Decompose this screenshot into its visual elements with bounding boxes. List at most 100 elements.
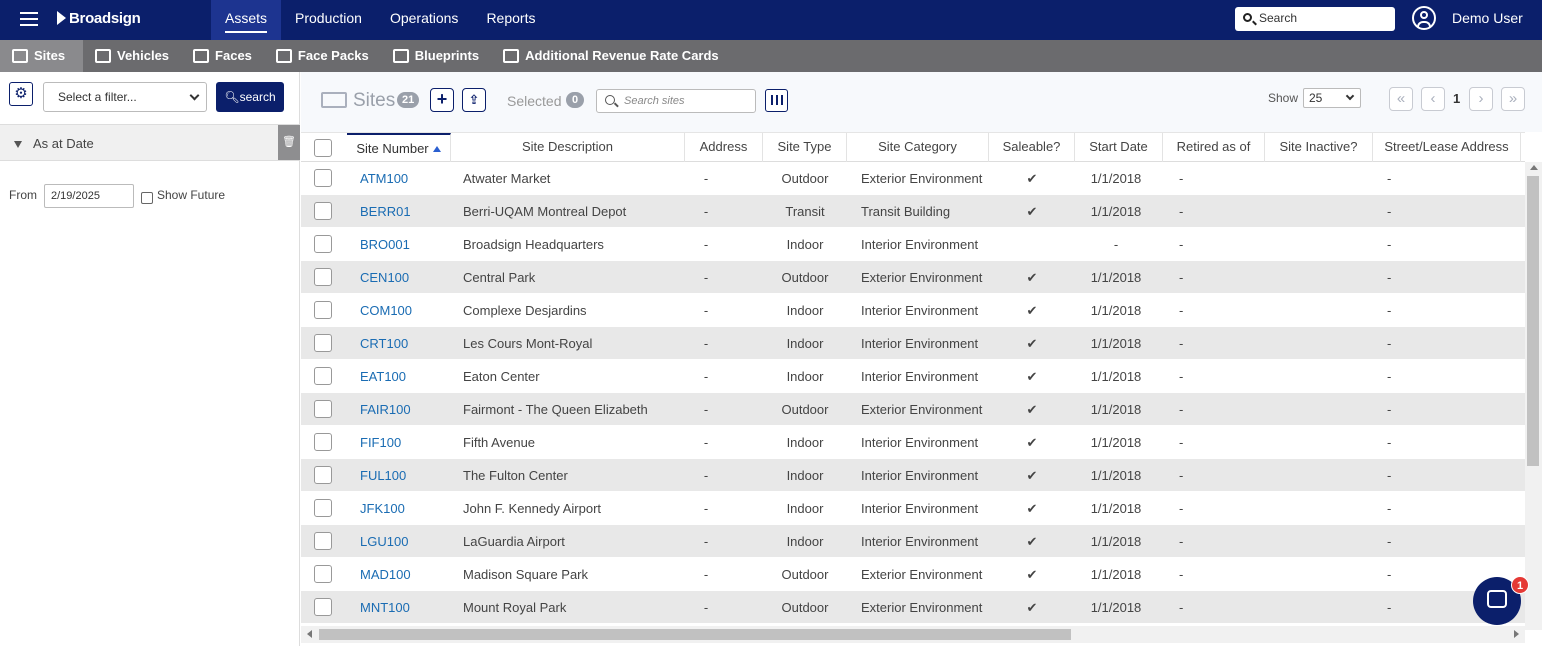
- site-number-link[interactable]: FIF100: [360, 426, 450, 459]
- table-row[interactable]: JFK100 John F. Kennedy Airport - Indoor Inte…: [301, 492, 1525, 525]
- row-checkbox[interactable]: [314, 301, 332, 319]
- nav-reports[interactable]: Reports: [472, 0, 549, 40]
- site-number-link[interactable]: CRT100: [360, 327, 450, 360]
- table-row[interactable]: FIF100 Fifth Avenue - Indoor Interior Enviro…: [301, 426, 1525, 459]
- site-number-link[interactable]: COM100: [360, 294, 450, 327]
- row-checkbox[interactable]: [314, 169, 332, 187]
- subnav-vehicles[interactable]: Vehicles: [83, 40, 181, 72]
- subnav-blueprints[interactable]: Blueprints: [381, 40, 491, 72]
- site-number-link[interactable]: FAIR100: [360, 393, 450, 426]
- column-header-retired-as-of[interactable]: Retired as of: [1163, 133, 1265, 162]
- site-number-link[interactable]: MNT100: [360, 591, 450, 624]
- as-at-date-header[interactable]: As at Date 🗑: [0, 124, 300, 161]
- row-checkbox[interactable]: [314, 433, 332, 451]
- table-row[interactable]: MAD100 Madison Square Park - Outdoor Exterio…: [301, 558, 1525, 591]
- column-header-street-lease-address[interactable]: Street/Lease Address: [1373, 133, 1521, 162]
- chat-launcher-button[interactable]: 1: [1473, 576, 1529, 625]
- subnav-vehicles-label: Vehicles: [117, 48, 170, 63]
- row-checkbox[interactable]: [314, 334, 332, 352]
- subnav-faces[interactable]: Faces: [181, 40, 264, 72]
- street-lease-address-cell: -: [1387, 237, 1392, 252]
- table-row[interactable]: ATM100 Atwater Market - Outdoor Exterior Env…: [301, 162, 1525, 195]
- from-date-input[interactable]: 2/19/2025: [44, 184, 134, 208]
- table-row[interactable]: FUL100 The Fulton Center - Indoor Interior E…: [301, 459, 1525, 492]
- table-row[interactable]: BERR01 Berri-UQAM Montreal Depot - Transit T…: [301, 195, 1525, 228]
- site-number-link[interactable]: JFK100: [360, 492, 450, 525]
- selected-count-badge: 0: [566, 92, 585, 108]
- row-checkbox[interactable]: [314, 235, 332, 253]
- site-number-link[interactable]: BRO001: [360, 228, 450, 261]
- sites-search-input[interactable]: Search sites: [596, 89, 756, 113]
- vertical-scroll-thumb[interactable]: [1527, 176, 1539, 466]
- site-number-link[interactable]: MAD100: [360, 558, 450, 591]
- select-all-checkbox[interactable]: [314, 139, 332, 157]
- column-header-address[interactable]: Address: [685, 133, 763, 162]
- column-header-saleable[interactable]: Saleable?: [989, 133, 1075, 162]
- gear-icon[interactable]: ⚙: [9, 82, 33, 106]
- column-header-site-type[interactable]: Site Type: [763, 133, 847, 162]
- table-row[interactable]: FAIR100 Fairmont - The Queen Elizabeth - Ou…: [301, 393, 1525, 426]
- user-name[interactable]: Demo User: [1452, 10, 1523, 26]
- table-row[interactable]: LGU100 LaGuardia Airport - Indoor Interior E…: [301, 525, 1525, 558]
- site-number-link[interactable]: BERR01: [360, 195, 450, 228]
- prev-page-icon[interactable]: ‹: [1421, 87, 1445, 111]
- horizontal-scrollbar[interactable]: [301, 626, 1525, 643]
- site-number-link[interactable]: LGU100: [360, 525, 450, 558]
- subnav-sites[interactable]: Sites: [0, 40, 83, 72]
- hamburger-menu-icon[interactable]: [20, 12, 38, 26]
- site-number-link[interactable]: ATM100: [360, 162, 450, 195]
- next-page-icon[interactable]: ›: [1469, 87, 1493, 111]
- vertical-scrollbar[interactable]: [1525, 162, 1542, 630]
- subnav-rate-cards[interactable]: Additional Revenue Rate Cards: [491, 40, 731, 72]
- column-header-site-number[interactable]: Site Number: [347, 133, 451, 162]
- row-checkbox[interactable]: [314, 268, 332, 286]
- column-header-site-inactive[interactable]: Site Inactive?: [1265, 133, 1373, 162]
- horizontal-scroll-thumb[interactable]: [319, 629, 1071, 640]
- table-row[interactable]: CEN100 Central Park - Outdoor Exterior Envir…: [301, 261, 1525, 294]
- broadsign-logo[interactable]: Broadsign: [57, 10, 141, 27]
- global-search-input[interactable]: Search: [1235, 7, 1395, 31]
- table-row[interactable]: BRO001 Broadsign Headquarters - Indoor Inter…: [301, 228, 1525, 261]
- table-row[interactable]: COM100 Complexe Desjardins - Indoor Interior…: [301, 294, 1525, 327]
- scroll-left-icon[interactable]: [307, 630, 312, 638]
- column-header-start-date[interactable]: Start Date: [1075, 133, 1163, 162]
- scroll-right-icon[interactable]: [1514, 630, 1519, 638]
- site-number-link[interactable]: CEN100: [360, 261, 450, 294]
- user-account-icon[interactable]: [1412, 6, 1436, 30]
- first-page-icon[interactable]: «: [1389, 87, 1413, 111]
- export-button[interactable]: ⇪: [462, 88, 486, 112]
- row-checkbox[interactable]: [314, 367, 332, 385]
- subnav-face-packs[interactable]: Face Packs: [264, 40, 381, 72]
- table-row[interactable]: CRT100 Les Cours Mont-Royal - Indoor Interio…: [301, 327, 1525, 360]
- start-date-cell: 1/1/2018: [1090, 171, 1142, 186]
- page-size-select[interactable]: 25: [1303, 88, 1361, 108]
- table-row[interactable]: MNT100 Mount Royal Park - Outdoor Exterior E…: [301, 591, 1525, 624]
- site-description-cell: John F. Kennedy Airport: [463, 501, 602, 516]
- last-page-icon[interactable]: »: [1501, 87, 1525, 111]
- collapse-triangle-icon[interactable]: [14, 141, 22, 148]
- nav-operations[interactable]: Operations: [376, 0, 472, 40]
- nav-production[interactable]: Production: [281, 0, 376, 40]
- row-checkbox[interactable]: [314, 598, 332, 616]
- street-lease-address-cell: -: [1387, 204, 1392, 219]
- row-checkbox[interactable]: [314, 202, 332, 220]
- trash-icon[interactable]: 🗑: [278, 125, 300, 160]
- column-header-site-description[interactable]: Site Description: [451, 133, 685, 162]
- filter-search-button[interactable]: 🔍︎search: [216, 82, 284, 112]
- filter-select[interactable]: Select a filter...: [43, 82, 207, 112]
- row-checkbox[interactable]: [314, 400, 332, 418]
- scroll-up-icon[interactable]: [1530, 165, 1538, 170]
- column-chooser-icon[interactable]: [765, 89, 788, 112]
- row-checkbox[interactable]: [314, 499, 332, 517]
- column-header-site-category[interactable]: Site Category: [847, 133, 989, 162]
- row-checkbox[interactable]: [314, 466, 332, 484]
- table-row[interactable]: EAT100 Eaton Center - Indoor Interior Enviro…: [301, 360, 1525, 393]
- site-number-link[interactable]: FUL100: [360, 459, 450, 492]
- show-future-checkbox[interactable]: [141, 192, 153, 204]
- site-type-cell: Outdoor: [781, 171, 829, 186]
- nav-assets[interactable]: Assets: [211, 0, 282, 40]
- site-number-link[interactable]: EAT100: [360, 360, 450, 393]
- add-site-button[interactable]: +: [430, 88, 454, 112]
- row-checkbox[interactable]: [314, 565, 332, 583]
- row-checkbox[interactable]: [314, 532, 332, 550]
